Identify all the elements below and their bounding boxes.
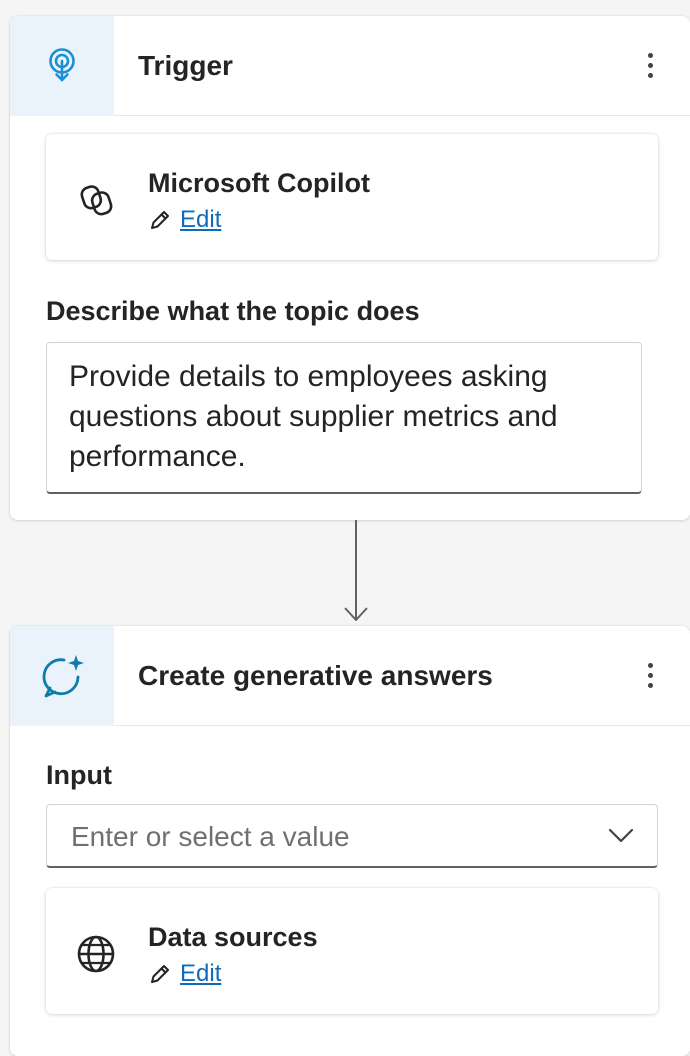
chevron-down-icon [608,828,634,843]
copilot-source-title: Microsoft Copilot [148,168,370,198]
generative-more-options-button[interactable] [632,654,668,698]
pencil-icon [151,965,169,983]
generative-icon-tile [10,626,114,726]
generative-answers-node[interactable]: Create generative answers Input Enter or… [10,626,690,1056]
generative-answers-title: Create generative answers [138,659,493,691]
copilot-edit-row: Edit [148,206,221,234]
description-field[interactable]: Provide details to employees asking ques… [46,342,642,494]
input-label: Input [46,760,112,790]
copilot-icon [80,185,113,216]
input-select[interactable]: Enter or select a value [46,804,658,868]
trigger-header: Trigger [10,16,690,116]
trigger-icon-tile [10,16,114,116]
trigger-node[interactable]: Trigger Microsoft Copilot Edit Describe … [10,16,690,520]
copilot-source-card[interactable]: Microsoft Copilot Edit [46,134,658,260]
data-sources-card[interactable]: Data sources Edit [46,888,658,1014]
data-sources-title: Data sources [148,922,318,952]
data-sources-edit-row: Edit [148,960,221,988]
input-placeholder: Enter or select a value [71,821,350,852]
pencil-icon [151,211,169,229]
globe-icon [77,935,115,973]
flow-connector-arrow [344,520,368,621]
copilot-edit-link[interactable]: Edit [180,206,221,234]
generative-answers-header: Create generative answers [10,626,690,726]
trigger-more-options-button[interactable] [632,44,668,88]
trigger-icon [49,48,75,82]
sparkle-chat-icon [42,655,84,698]
data-sources-edit-link[interactable]: Edit [180,960,221,988]
trigger-title: Trigger [138,49,233,81]
description-label: Describe what the topic does [46,296,420,326]
